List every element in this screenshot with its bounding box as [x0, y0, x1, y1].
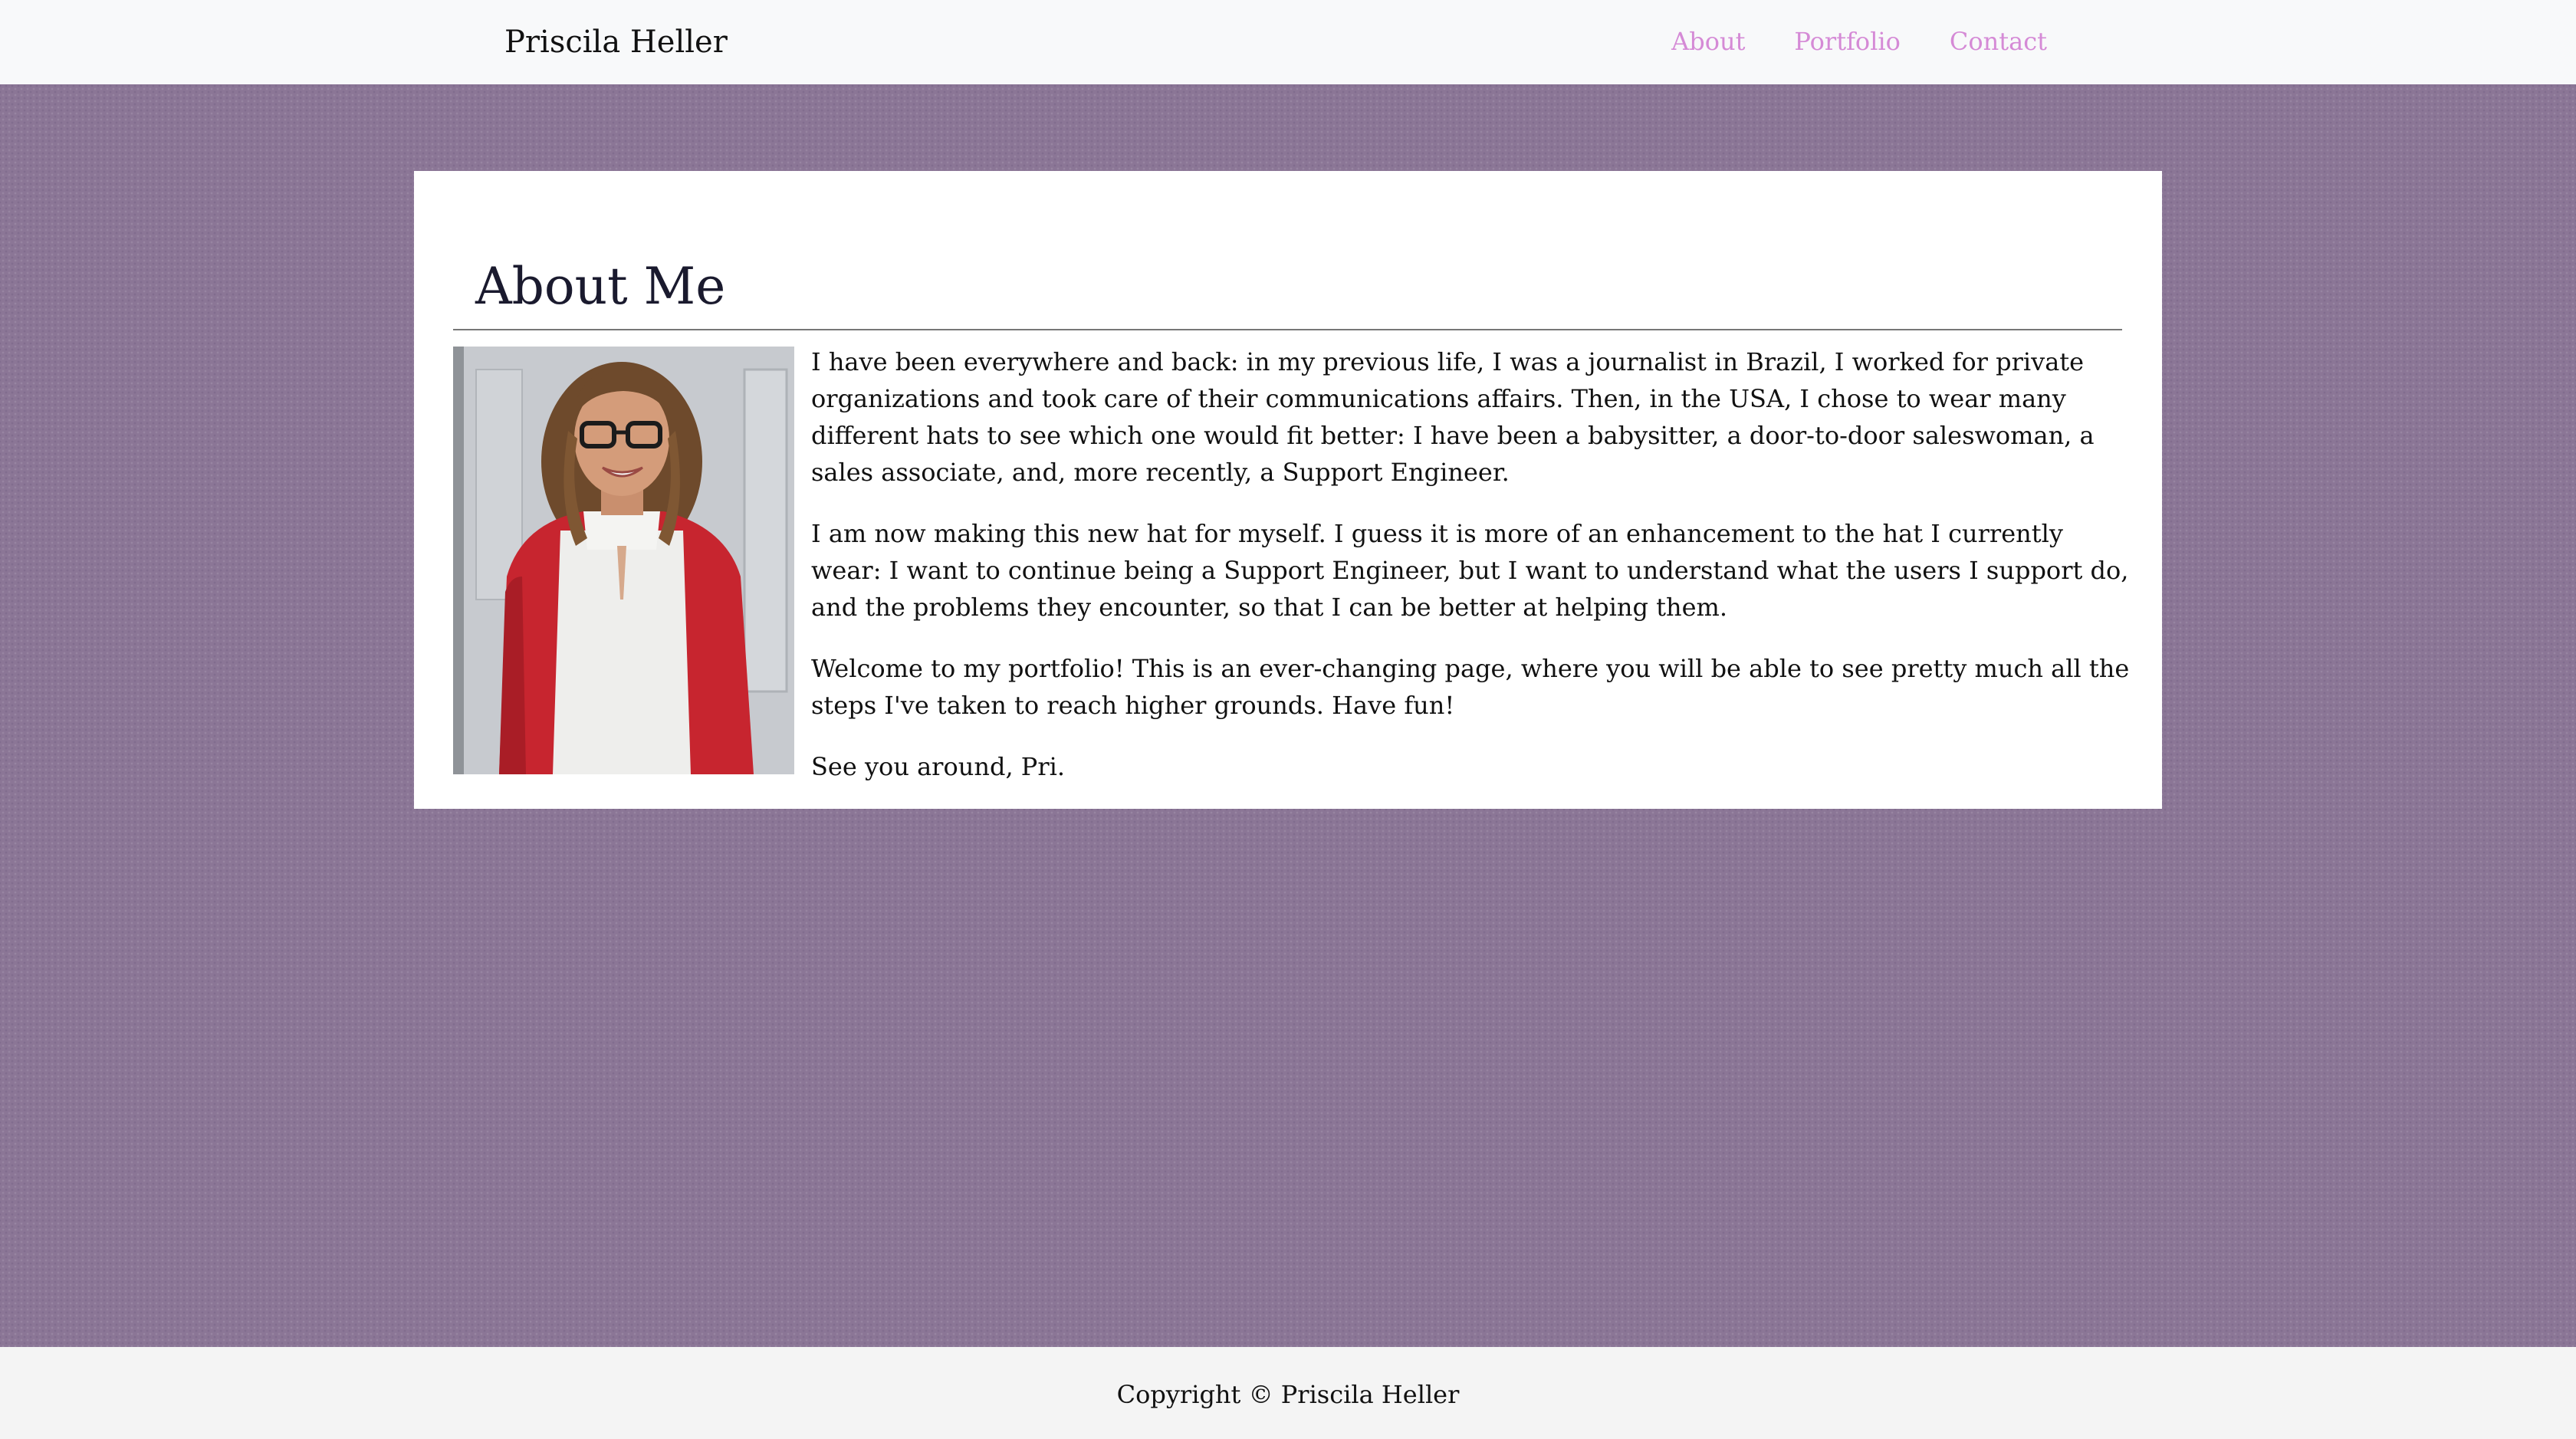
- about-text: I have been everywhere and back: in my p…: [811, 343, 2134, 810]
- title-divider: [453, 329, 2122, 330]
- nav-links: About Portfolio Contact: [1671, 25, 2047, 58]
- about-card: About Me I have been everywhere and back…: [414, 171, 2162, 809]
- page-title: About Me: [475, 257, 726, 316]
- nav-link-portfolio[interactable]: Portfolio: [1794, 25, 1901, 58]
- profile-photo: [453, 347, 794, 774]
- nav-link-contact[interactable]: Contact: [1950, 25, 2047, 58]
- about-paragraph: I have been everywhere and back: in my p…: [811, 347, 2095, 487]
- nav-link-about[interactable]: About: [1671, 25, 1745, 58]
- page-footer: Copyright © Priscila Heller: [0, 1347, 2576, 1439]
- copyright-text: Copyright © Priscila Heller: [1116, 1380, 1460, 1409]
- about-paragraph: I am now making this new hat for myself.…: [811, 519, 2129, 622]
- about-paragraph: See you around, Pri.: [811, 752, 1066, 781]
- top-navbar: Priscila Heller About Portfolio Contact: [0, 0, 2576, 84]
- about-paragraph: Welcome to my portfolio! This is an ever…: [811, 654, 2130, 720]
- brand-link[interactable]: Priscila Heller: [504, 21, 728, 63]
